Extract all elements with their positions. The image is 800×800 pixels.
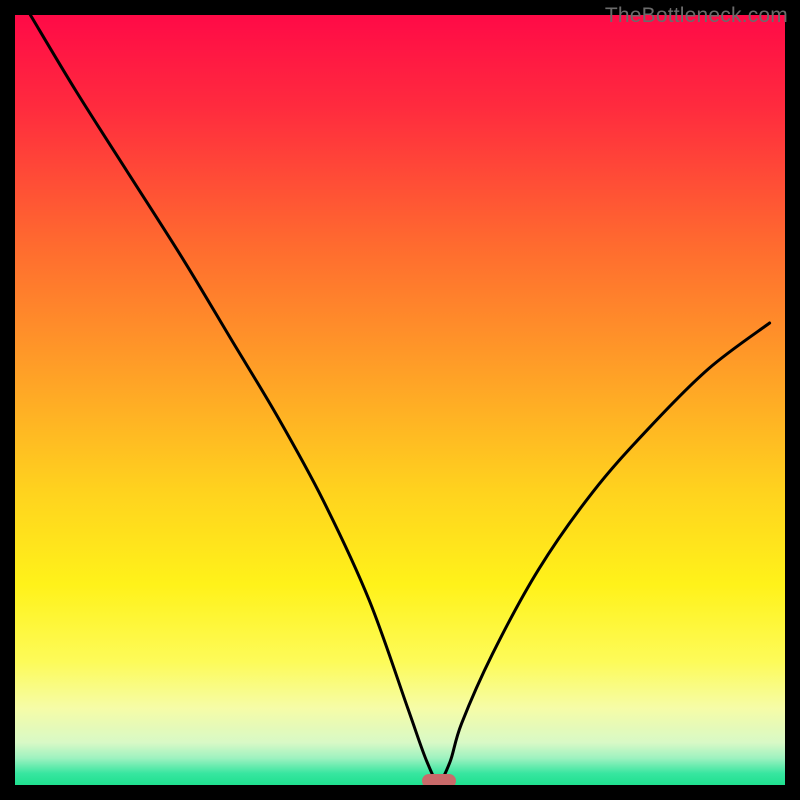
chart-frame: TheBottleneck.com: [0, 0, 800, 800]
optimal-marker: [422, 774, 456, 785]
bottleneck-curve: [15, 15, 785, 785]
plot-area: [15, 15, 785, 785]
watermark-text: TheBottleneck.com: [605, 4, 788, 28]
